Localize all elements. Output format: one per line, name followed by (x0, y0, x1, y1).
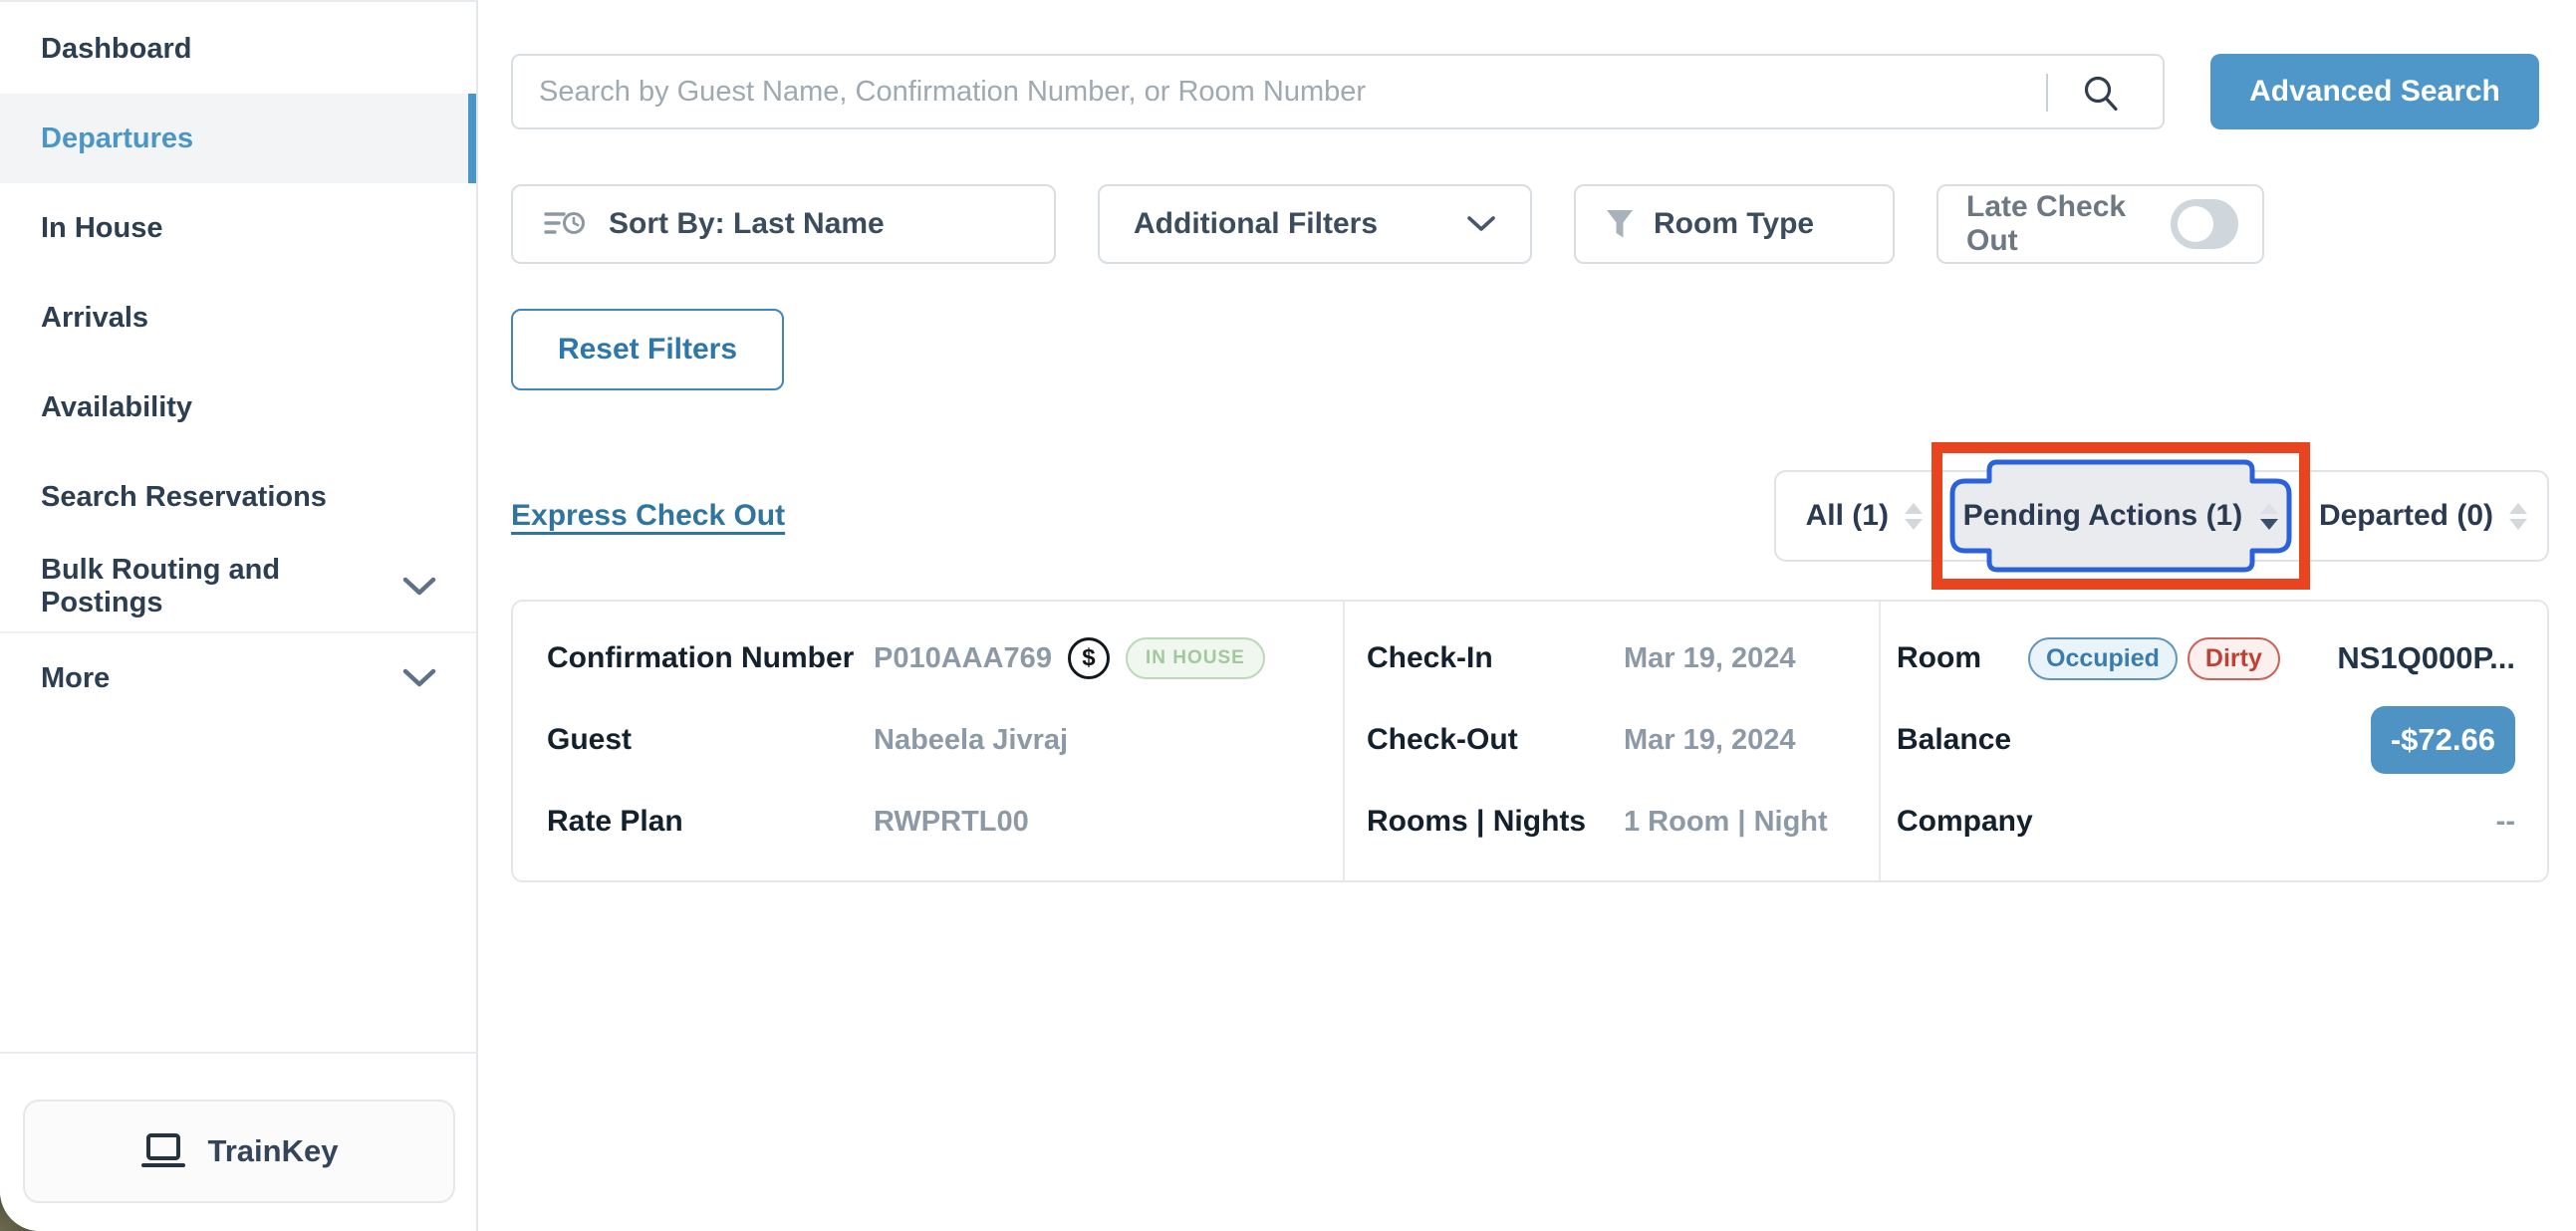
field-confirmation-number: Confirmation Number P010AAA769 $ IN HOUS… (547, 629, 1343, 687)
company-value: -- (2496, 806, 2515, 839)
departures-screen: Dashboard Departures In House Arrivals A… (0, 0, 2576, 1231)
field-check-in: Check-In Mar 19, 2024 (1367, 629, 1879, 687)
card-column-dates: Check-In Mar 19, 2024 Check-Out Mar 19, … (1345, 602, 1881, 880)
filter-funnel-icon (1606, 209, 1634, 239)
sort-arrows-icon (2260, 503, 2278, 530)
check-in-value: Mar 19, 2024 (1624, 642, 1796, 675)
field-company: Company -- (1897, 793, 2515, 851)
tab-all-label: All (1) (1806, 499, 1889, 533)
confirmation-number-value: P010AAA769 (874, 642, 1052, 675)
rooms-nights-value: 1 Room | Night (1624, 806, 1828, 839)
card-column-room-balance: Room Occupied Dirty NS1Q000P... Balance … (1881, 602, 2547, 880)
field-room: Room Occupied Dirty NS1Q000P... (1897, 629, 2515, 687)
sidebar-footer-divider (0, 1052, 478, 1054)
check-out-value: Mar 19, 2024 (1624, 724, 1796, 757)
reset-filters-button[interactable]: Reset Filters (511, 309, 784, 390)
room-dirty-badge: Dirty (2188, 637, 2280, 680)
sidebar-item-label: Bulk Routing and Postings (41, 554, 402, 619)
search-box (511, 54, 2165, 129)
balance-amount-badge: -$72.66 (2371, 706, 2515, 774)
filter-row: Sort By: Last Name Additional Filters Ro… (511, 184, 2264, 264)
express-checkout-link[interactable]: Express Check Out (511, 499, 785, 533)
list-header-row: Express Check Out All (1) Pending Action… (511, 470, 2549, 562)
late-checkout-label: Late Check Out (1966, 190, 2151, 258)
sidebar-item-label: Dashboard (41, 33, 191, 66)
search-icon[interactable] (2081, 74, 2121, 114)
search-input[interactable] (513, 56, 2163, 127)
room-number-value: NS1Q000P... (2337, 640, 2515, 676)
room-type-button[interactable]: Room Type (1574, 184, 1895, 264)
sidebar-nav: Dashboard Departures In House Arrivals A… (0, 4, 476, 723)
chevron-down-icon (1466, 215, 1496, 233)
sidebar-item-more[interactable]: More (0, 633, 476, 723)
rate-plan-value: RWPRTL00 (874, 806, 1029, 839)
company-label: Company (1897, 805, 2028, 839)
check-in-label: Check-In (1367, 641, 1624, 675)
sidebar-item-label: More (41, 662, 110, 695)
sidebar: Dashboard Departures In House Arrivals A… (0, 0, 478, 1231)
room-occupied-badge: Occupied (2028, 637, 2178, 680)
in-house-status-badge: IN HOUSE (1126, 637, 1265, 679)
sort-arrows-icon (2509, 503, 2527, 530)
annotation-highlight-box: Pending Actions (1) (1932, 442, 2310, 590)
reservation-card: Confirmation Number P010AAA769 $ IN HOUS… (511, 600, 2549, 882)
check-out-label: Check-Out (1367, 723, 1624, 757)
tab-pending-actions[interactable]: Pending Actions (1) (1947, 457, 2294, 575)
field-check-out: Check-Out Mar 19, 2024 (1367, 711, 1879, 769)
sidebar-item-in-house[interactable]: In House (0, 183, 476, 273)
field-balance: Balance -$72.66 (1897, 706, 2515, 774)
sidebar-item-label: Departures (41, 123, 193, 155)
sidebar-item-label: Arrivals (41, 302, 148, 335)
late-checkout-chip: Late Check Out (1936, 184, 2264, 264)
sidebar-item-availability[interactable]: Availability (0, 363, 476, 452)
laptop-icon (140, 1132, 186, 1170)
trainkey-button[interactable]: TrainKey (23, 1100, 455, 1203)
late-checkout-toggle[interactable] (2171, 199, 2238, 249)
field-guest: Guest Nabeela Jivraj (547, 711, 1343, 769)
balance-label: Balance (1897, 723, 2028, 757)
tab-departed[interactable]: Departed (0) (2319, 499, 2527, 533)
toggle-knob (2178, 206, 2213, 242)
sidebar-item-bulk-routing-and-postings[interactable]: Bulk Routing and Postings (0, 542, 476, 631)
rooms-nights-label: Rooms | Nights (1367, 805, 1624, 839)
chevron-down-icon (402, 577, 436, 597)
sidebar-item-search-reservations[interactable]: Search Reservations (0, 452, 476, 542)
tab-departed-label: Departed (0) (2319, 499, 2493, 533)
sidebar-item-arrivals[interactable]: Arrivals (0, 273, 476, 363)
guest-label: Guest (547, 723, 874, 757)
room-type-label: Room Type (1654, 207, 1814, 241)
sidebar-item-label: Availability (41, 391, 192, 424)
sort-arrows-icon (1905, 503, 1923, 530)
card-column-reservation: Confirmation Number P010AAA769 $ IN HOUS… (513, 602, 1345, 880)
trainkey-label: TrainKey (208, 1133, 339, 1169)
additional-filters-dropdown[interactable]: Additional Filters (1098, 184, 1532, 264)
sidebar-item-label: Search Reservations (41, 481, 327, 514)
sort-by-time-icon (543, 207, 587, 241)
folio-dollar-icon[interactable]: $ (1068, 637, 1110, 679)
sidebar-item-label: In House (41, 212, 162, 245)
rate-plan-label: Rate Plan (547, 805, 874, 839)
field-rooms-nights: Rooms | Nights 1 Room | Night (1367, 793, 1879, 851)
tab-all[interactable]: All (1) (1806, 499, 1923, 533)
chevron-down-icon (402, 668, 436, 688)
sort-by-button[interactable]: Sort By: Last Name (511, 184, 1056, 264)
additional-filters-label: Additional Filters (1134, 207, 1466, 241)
search-divider (2046, 74, 2048, 112)
status-tabs: All (1) Pending Actions (1) (1774, 470, 2549, 562)
field-rate-plan: Rate Plan RWPRTL00 (547, 793, 1343, 851)
room-label: Room (1897, 641, 2028, 675)
search-row: Advanced Search (511, 54, 2539, 129)
app-window: Dashboard Departures In House Arrivals A… (0, 0, 2576, 1231)
sort-by-label: Sort By: Last Name (609, 207, 885, 241)
sidebar-item-departures[interactable]: Departures (0, 94, 476, 183)
sidebar-item-dashboard[interactable]: Dashboard (0, 4, 476, 94)
guest-value: Nabeela Jivraj (874, 724, 1068, 757)
advanced-search-button[interactable]: Advanced Search (2210, 54, 2539, 129)
tab-pending-actions-label: Pending Actions (1) (1963, 499, 2243, 533)
confirmation-number-label: Confirmation Number (547, 641, 874, 675)
